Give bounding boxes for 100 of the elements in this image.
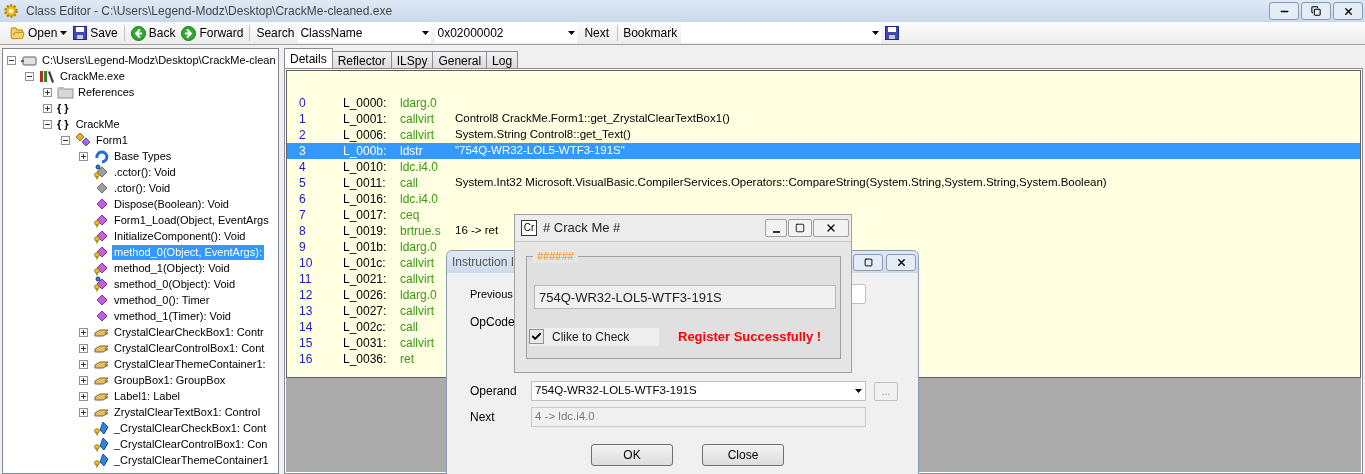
tree-item[interactable]: vmethod_0(): Timer <box>112 292 212 308</box>
expand-toggle[interactable] <box>79 407 88 417</box>
row-opcode: ldarg.0 <box>400 287 438 304</box>
tree-item[interactable]: Label1: Label <box>112 388 183 404</box>
forward-button[interactable]: Forward <box>181 24 244 42</box>
tree-item[interactable]: _CrystalClearControlBox1: Con <box>112 436 270 452</box>
row-operand: Control8 CrackMe.Form1::get_ZrystalClearTextBox1() <box>455 111 730 127</box>
checkbox[interactable] <box>529 329 544 345</box>
close-icon <box>895 256 907 268</box>
back-button[interactable]: Back <box>130 24 176 42</box>
tree-item[interactable]: _CrystalClearThemeContainer1 <box>112 452 271 468</box>
tree-item[interactable]: C:\Users\Legend-Modz\Desktop\CrackMe-clean <box>40 52 278 68</box>
tree-item[interactable]: CrystalClearThemeContainer1: <box>112 356 268 372</box>
tree-item[interactable]: References <box>76 84 137 100</box>
restore-button[interactable] <box>853 253 883 271</box>
row-opcode: ret <box>400 351 415 368</box>
save-button[interactable]: Save <box>73 24 118 42</box>
row-index: 4 <box>299 159 307 176</box>
dropdown-caret-icon <box>872 31 880 35</box>
dialog-title: Instruction I <box>452 254 515 271</box>
tree-item[interactable]: .cctor(): Void <box>112 164 178 180</box>
row-index: 0 <box>299 95 307 112</box>
maximize-button[interactable] <box>788 219 812 237</box>
row-index: 16 <box>299 351 314 368</box>
tree-item[interactable]: _CrystalClearCheckBox1: Cont <box>112 420 269 436</box>
close-button[interactable] <box>886 253 916 271</box>
row-offset: L_0006: <box>343 127 388 144</box>
row-opcode: call <box>400 175 419 192</box>
dropdown-caret-icon <box>422 31 430 35</box>
tree-item[interactable]: Form1_Load(Object, EventArgs <box>112 212 271 228</box>
row-offset: L_0036: <box>343 351 388 368</box>
row-index: 6 <box>299 191 307 208</box>
collapse-toggle[interactable] <box>61 135 70 145</box>
row-offset: L_0010: <box>343 159 388 176</box>
tree-item[interactable]: CrystalClearControlBox1: Cont <box>112 340 267 356</box>
minimize-button[interactable] <box>765 219 787 237</box>
tree-item[interactable]: vmethod_1(Timer): Void <box>112 308 233 324</box>
save-bookmark-button[interactable] <box>885 26 900 40</box>
expand-toggle[interactable] <box>43 87 52 97</box>
row-offset: L_0019: <box>343 223 388 240</box>
maximize-icon <box>795 223 805 233</box>
tree-item[interactable]: Form1 <box>94 132 130 148</box>
expand-toggle[interactable] <box>79 343 88 353</box>
row-index: 8 <box>299 223 307 240</box>
tree-item[interactable]: CrystalClearCheckBox1: Contr <box>112 324 266 340</box>
row-index: 13 <box>299 303 314 320</box>
row-opcode: callvirt <box>400 271 435 288</box>
tree-item[interactable]: GroupBox1: GroupBox <box>112 372 228 388</box>
collapse-toggle[interactable] <box>43 119 52 129</box>
row-opcode: callvirt <box>400 255 435 272</box>
tree-item[interactable]: CrackMe <box>73 116 122 132</box>
tree-item[interactable]: InitializeComponent(): Void <box>112 228 248 244</box>
collapse-toggle[interactable] <box>25 71 34 81</box>
status-message: Register Successfully ! <box>678 328 822 346</box>
collapse-toggle[interactable] <box>7 55 16 65</box>
tree-item[interactable]: .ctor(): Void <box>112 180 173 196</box>
expand-toggle[interactable] <box>79 359 88 369</box>
tab[interactable]: Log <box>486 51 519 68</box>
search-type-dropdown[interactable]: ClassName <box>298 23 432 43</box>
next-button[interactable]: Next <box>581 24 613 42</box>
row-operand: 16 -> ret <box>455 223 499 239</box>
next-field[interactable]: 4 -> ldc.i4.0 <box>531 407 866 427</box>
close-button[interactable]: Close <box>702 444 784 466</box>
assembly-icon <box>39 68 57 84</box>
restore-button[interactable] <box>1301 2 1331 20</box>
check-option[interactable]: Clike to Check <box>529 327 659 346</box>
tab[interactable]: Reflector <box>331 51 392 68</box>
namespace-braces: { } <box>57 116 69 132</box>
tab[interactable]: ILSpy <box>390 51 434 68</box>
expand-toggle[interactable] <box>79 327 88 337</box>
tab[interactable]: Details <box>284 48 333 68</box>
tree-item[interactable]: method_1(Object): Void <box>112 260 232 276</box>
search-field[interactable]: 0x02000002 <box>435 23 578 43</box>
row-offset: L_0016: <box>343 191 388 208</box>
folder-icon <box>10 25 25 41</box>
tree-item[interactable]: Dispose(Boolean): Void <box>112 196 231 212</box>
row-offset: L_001c: <box>343 255 387 272</box>
row-opcode: ceq <box>400 207 421 224</box>
tab[interactable]: General <box>432 51 488 68</box>
serial-field[interactable]: 754Q-WR32-LOL5-WTF3-191S <box>534 285 836 309</box>
expand-toggle[interactable] <box>79 391 88 401</box>
namespace-braces[interactable]: { } <box>57 99 69 117</box>
expand-toggle[interactable] <box>79 375 88 385</box>
tree-item[interactable]: Base Types <box>112 148 174 164</box>
open-button[interactable]: Open <box>10 24 68 42</box>
row-opcode: call <box>400 319 419 336</box>
ok-button[interactable]: OK <box>591 444 673 466</box>
tree-item[interactable]: smethod_0(Object): Void <box>112 276 238 292</box>
expand-toggle[interactable] <box>79 151 88 161</box>
tree-item[interactable]: CrackMe.exe <box>58 68 127 84</box>
next-label: Next <box>470 409 496 426</box>
close-icon <box>825 222 837 234</box>
close-button[interactable] <box>1333 2 1363 20</box>
expand-toggle[interactable] <box>43 103 52 113</box>
tree-item[interactable]: ZrystalClearTextBox1: Control <box>112 404 263 420</box>
row-index: 12 <box>299 287 314 304</box>
row-index: 7 <box>299 207 307 224</box>
dropdown-caret-icon <box>855 389 862 393</box>
row-offset: L_0021: <box>343 271 388 288</box>
operand-dropdown[interactable]: 754Q-WR32-LOL5-WTF3-191S <box>531 381 866 401</box>
